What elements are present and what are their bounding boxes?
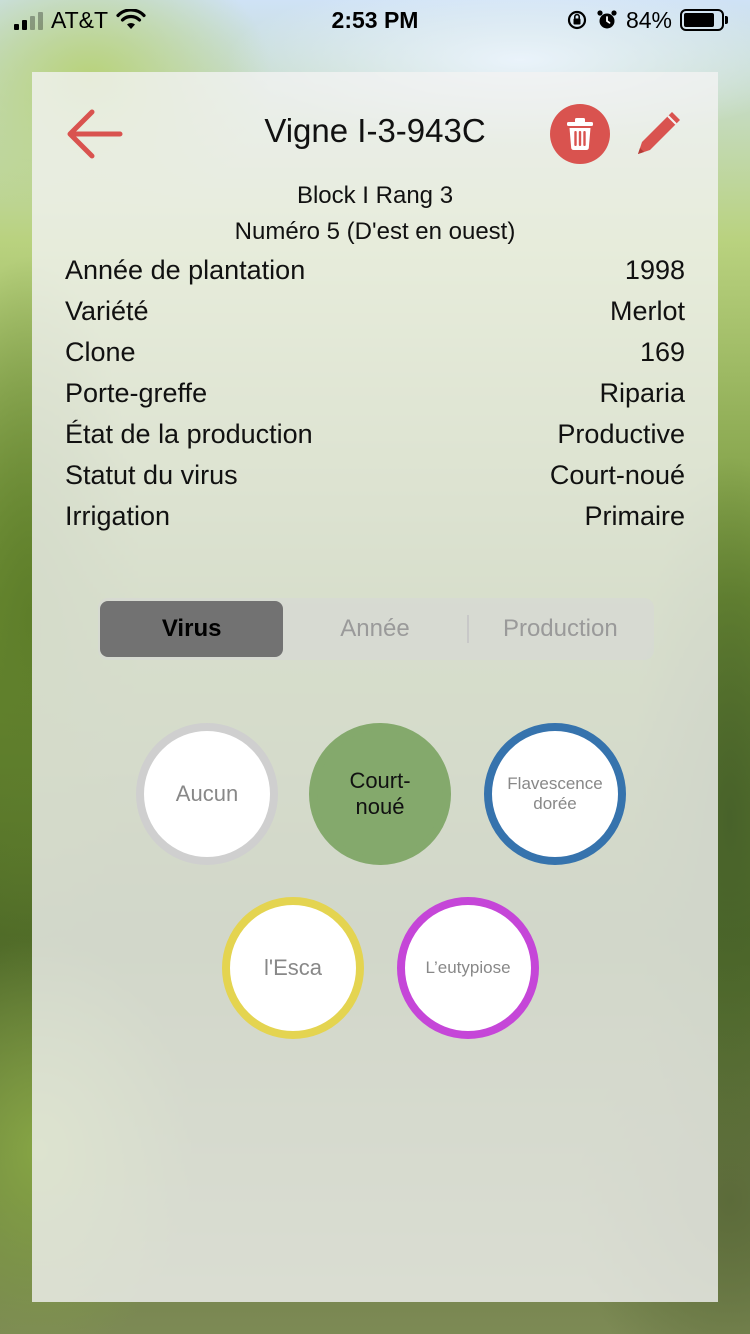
info-label: État de la production <box>65 419 313 449</box>
info-value: Productive <box>557 419 685 449</box>
info-label: Année de plantation <box>65 255 306 285</box>
battery-icon <box>680 9 728 31</box>
vine-detail-card: Vigne I-3-943C Block I Rang 3 Numéro 5 (… <box>32 72 718 1302</box>
status-right: 84% <box>566 7 728 34</box>
segmented-control: Virus Année Production <box>98 598 654 660</box>
info-row-porte-greffe: Porte-greffe Riparia <box>65 373 685 414</box>
orientation-lock-icon <box>567 10 587 30</box>
carrier-label: AT&T <box>51 6 109 33</box>
status-bar: AT&T 2:53 PM 84% <box>0 0 750 40</box>
tab-virus[interactable]: Virus <box>100 601 284 657</box>
info-row-statut-virus: Statut du virus Court-noué <box>65 455 685 496</box>
delete-button[interactable] <box>550 104 610 164</box>
info-value: Court-noué <box>549 460 685 490</box>
signal-icon <box>14 10 43 30</box>
virus-option-eutypiose[interactable]: L’eutypiose <box>397 897 539 1039</box>
info-label: Irrigation <box>65 501 171 531</box>
page-title: Vigne I-3-943C <box>264 112 486 149</box>
arrow-left-icon <box>67 109 123 159</box>
tab-annee[interactable]: Année <box>283 601 466 657</box>
info-label: Statut du virus <box>65 460 238 490</box>
info-value: Primaire <box>584 501 685 531</box>
info-label: Variété <box>65 296 149 326</box>
status-left: AT&T <box>14 7 146 34</box>
virus-option-court-noue[interactable]: Court-noué <box>309 723 451 865</box>
info-label: Clone <box>65 337 136 367</box>
back-button[interactable] <box>60 100 128 168</box>
info-value: Merlot <box>609 296 685 326</box>
virus-option-label: Court-noué <box>349 767 411 819</box>
virus-option-aucun[interactable]: Aucun <box>136 723 278 865</box>
info-row-annee-plantation: Année de plantation 1998 <box>65 250 685 291</box>
wifi-icon <box>116 9 146 29</box>
pencil-icon <box>638 112 680 154</box>
alarm-icon <box>597 10 617 29</box>
edit-button[interactable] <box>624 100 692 168</box>
battery-percent: 84% <box>625 6 672 33</box>
virus-option-label: Flavescence dorée <box>507 773 603 813</box>
virus-option-label: Aucun <box>175 780 239 806</box>
info-value: 169 <box>639 337 685 367</box>
virus-option-label: L’eutypiose <box>425 957 511 977</box>
number-line: Numéro 5 (D'est en ouest) <box>234 218 516 245</box>
info-row-clone: Clone 169 <box>65 332 685 373</box>
info-row-etat-production: État de la production Productive <box>65 414 685 455</box>
trash-icon <box>567 118 593 151</box>
info-value: Riparia <box>599 378 685 408</box>
virus-option-flavescence-doree[interactable]: Flavescence dorée <box>484 723 626 865</box>
info-row-variete: Variété Merlot <box>65 291 685 332</box>
location-line: Block I Rang 3 <box>296 182 454 209</box>
tab-production[interactable]: Production <box>469 601 652 657</box>
info-row-irrigation: Irrigation Primaire <box>65 496 685 537</box>
info-value: 1998 <box>624 255 685 285</box>
info-label: Porte-greffe <box>65 378 208 408</box>
virus-option-label: l'Esca <box>264 954 322 980</box>
virus-option-esca[interactable]: l'Esca <box>222 897 364 1039</box>
info-list: Année de plantation 1998 Variété Merlot … <box>65 250 685 537</box>
